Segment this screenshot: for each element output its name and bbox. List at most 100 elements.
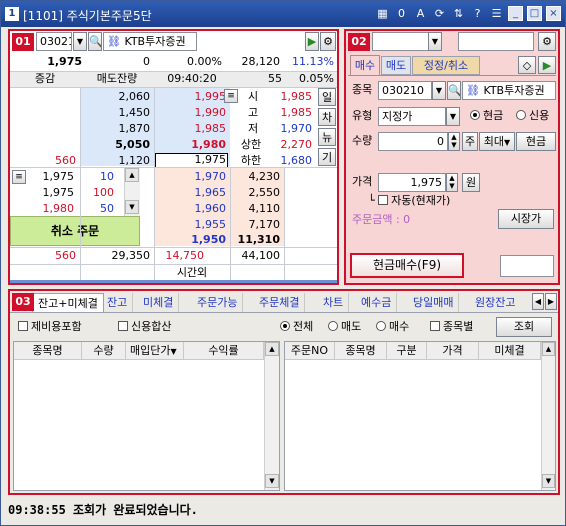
link-icon[interactable]: ⇅ xyxy=(451,6,466,21)
tab-balance-unfilled[interactable]: 잔고+미체결 xyxy=(32,293,104,312)
list-icon[interactable]: ≡ xyxy=(12,170,26,184)
scroll-up-icon[interactable]: ▲ xyxy=(265,342,279,356)
tab-chart[interactable]: 차트 xyxy=(318,293,350,312)
radio-sell-label: 매도 xyxy=(341,320,362,333)
play-icon[interactable]: ▶ xyxy=(538,56,556,74)
col-avg-price[interactable]: 매입단가▼ xyxy=(126,342,184,360)
col-order-no[interactable]: 주문NO xyxy=(285,342,335,360)
exec-scrollbar[interactable]: ▲ ▼ xyxy=(124,168,140,216)
tab-balance[interactable]: 잔고 xyxy=(102,293,134,312)
price-stepper[interactable]: ▲ ▼ xyxy=(446,173,458,192)
share-unit-button[interactable]: 주 xyxy=(462,132,478,151)
code-input[interactable]: 030210 xyxy=(378,81,432,100)
chevron-down-icon[interactable]: ▼ xyxy=(432,81,446,100)
list-icon[interactable]: ☰ xyxy=(489,6,504,21)
change-rate: 0.00% xyxy=(187,55,222,68)
holdings-scrollbar[interactable]: ▲ ▼ xyxy=(264,342,279,490)
stock-code-input[interactable]: 030210 xyxy=(36,32,72,51)
checkbox-icon xyxy=(118,321,128,331)
gear-icon[interactable]: ⚙ xyxy=(538,32,556,51)
col-unfilled[interactable]: 미체결 xyxy=(479,342,541,360)
orders-grid: 주문NO 종목명 구분 가격 미체결 ▲ ▼ xyxy=(284,341,556,491)
maximize-icon[interactable]: □ xyxy=(527,6,542,21)
tab-daily-trade[interactable]: 당일매매 xyxy=(408,293,460,312)
scroll-up-icon[interactable]: ▲ xyxy=(125,168,139,182)
tab-ledger[interactable]: 원장잔고 xyxy=(470,293,520,312)
won-button[interactable]: 원 xyxy=(462,173,480,192)
auto-price-checkbox[interactable]: └ 자동(현재가) xyxy=(368,192,498,210)
a-icon[interactable]: A xyxy=(413,6,428,21)
gear-icon[interactable]: ⚙ xyxy=(320,32,336,51)
tab-scroll-right-icon[interactable]: ▶ xyxy=(545,293,557,310)
qty-stepper[interactable]: ▲ ▼ xyxy=(448,132,460,151)
auto-price-label: 자동(현재가) xyxy=(391,194,451,207)
total-mid: 14,750 xyxy=(165,249,205,262)
tab-modify-cancel[interactable]: 정정/취소 xyxy=(412,56,480,75)
tab-chart[interactable]: 차 xyxy=(318,108,336,126)
credit-radio[interactable]: 신용 xyxy=(516,107,560,125)
search-icon[interactable]: 🔍 xyxy=(88,32,102,51)
credit-sum-checkbox[interactable]: 신용합산 xyxy=(118,318,198,336)
tab-sell[interactable]: 매도 xyxy=(381,56,411,75)
eraser-icon[interactable]: ◇ xyxy=(518,56,536,74)
cash-radio[interactable]: 현금 xyxy=(470,107,520,125)
play-icon[interactable]: ▶ xyxy=(305,32,319,51)
radio-sell[interactable]: 매도 xyxy=(328,318,374,336)
tab-other[interactable]: 기 xyxy=(318,148,336,166)
col-stock-name[interactable]: 종목명 xyxy=(335,342,387,360)
cycle-icon[interactable]: ⟳ xyxy=(432,6,447,21)
radio-all[interactable]: 전체 xyxy=(280,318,326,336)
password-input[interactable] xyxy=(458,32,534,51)
price-input[interactable]: 1,975 xyxy=(378,173,446,192)
tab-orderable[interactable]: 주문가능 xyxy=(192,293,244,312)
list-icon[interactable]: ≡ xyxy=(224,89,238,103)
chevron-down-icon[interactable]: ▼ xyxy=(446,107,460,126)
stock-logo-icon: ⛓ xyxy=(107,35,121,48)
tab-scroll-left-icon[interactable]: ◀ xyxy=(532,293,544,310)
by-item-checkbox[interactable]: 종목별 xyxy=(430,318,490,336)
radio-icon xyxy=(516,110,526,120)
chevron-down-icon[interactable]: ▼ xyxy=(428,32,442,51)
tab-unfilled[interactable]: 미체결 xyxy=(138,293,180,312)
tab-news[interactable]: 뉴 xyxy=(318,128,336,146)
zero-icon[interactable]: 0 xyxy=(394,6,409,21)
title-bar[interactable]: 1 [1101] 주식기본주문5단 ▦ 0 A ⟳ ⇅ ? ☰ _ □ × xyxy=(1,1,565,27)
chevron-down-icon[interactable]: ▼ xyxy=(73,32,87,51)
col-price[interactable]: 가격 xyxy=(427,342,479,360)
tab-buy[interactable]: 매수 xyxy=(350,55,380,75)
radio-icon xyxy=(328,321,338,331)
query-button[interactable]: 조회 xyxy=(496,317,552,337)
qty-input[interactable]: 0 xyxy=(378,132,448,151)
scroll-up-icon[interactable]: ▲ xyxy=(542,342,555,356)
scroll-down-icon[interactable]: ▼ xyxy=(542,474,555,488)
max-qty-button[interactable]: 최대▼ xyxy=(479,132,515,151)
cash-qty-button[interactable]: 현금 xyxy=(516,132,556,151)
panel3-badge: 03 xyxy=(12,293,34,311)
minimize-icon[interactable]: _ xyxy=(508,6,523,21)
scroll-down-icon[interactable]: ▼ xyxy=(125,200,139,214)
checkbox-icon xyxy=(378,195,389,205)
radio-buy[interactable]: 매수 xyxy=(376,318,422,336)
search-icon[interactable]: 🔍 xyxy=(447,81,461,100)
col-qty[interactable]: 수량 xyxy=(82,342,126,360)
tab-daily[interactable]: 일 xyxy=(318,88,336,106)
scroll-down-icon[interactable]: ▼ xyxy=(265,474,279,488)
grid-icon[interactable]: ▦ xyxy=(375,6,390,21)
order-type-select[interactable]: 지정가 xyxy=(378,107,446,126)
help-icon[interactable]: ? xyxy=(470,6,485,21)
include-fees-label: 제비용포함 xyxy=(31,320,82,333)
col-stock-name[interactable]: 종목명 xyxy=(14,342,82,360)
order-amount: 주문금액 : 0 xyxy=(352,213,411,226)
tab-order-exec[interactable]: 주문체결 xyxy=(254,293,306,312)
market-price-button[interactable]: 시장가 xyxy=(498,209,554,229)
cash-buy-button[interactable]: 현금매수(F9) xyxy=(350,253,464,278)
col-profit-rate[interactable]: 수익률 xyxy=(184,342,264,360)
credit-label: 신용 xyxy=(529,109,550,122)
close-icon[interactable]: × xyxy=(546,6,561,21)
radio-selected-icon xyxy=(470,110,480,120)
col-type[interactable]: 구분 xyxy=(387,342,427,360)
orders-scrollbar[interactable]: ▲ ▼ xyxy=(541,342,555,490)
header-trade: 55 xyxy=(268,72,282,85)
include-fees-checkbox[interactable]: 제비용포함 xyxy=(18,318,108,336)
tab-deposit[interactable]: 예수금 xyxy=(356,293,398,312)
